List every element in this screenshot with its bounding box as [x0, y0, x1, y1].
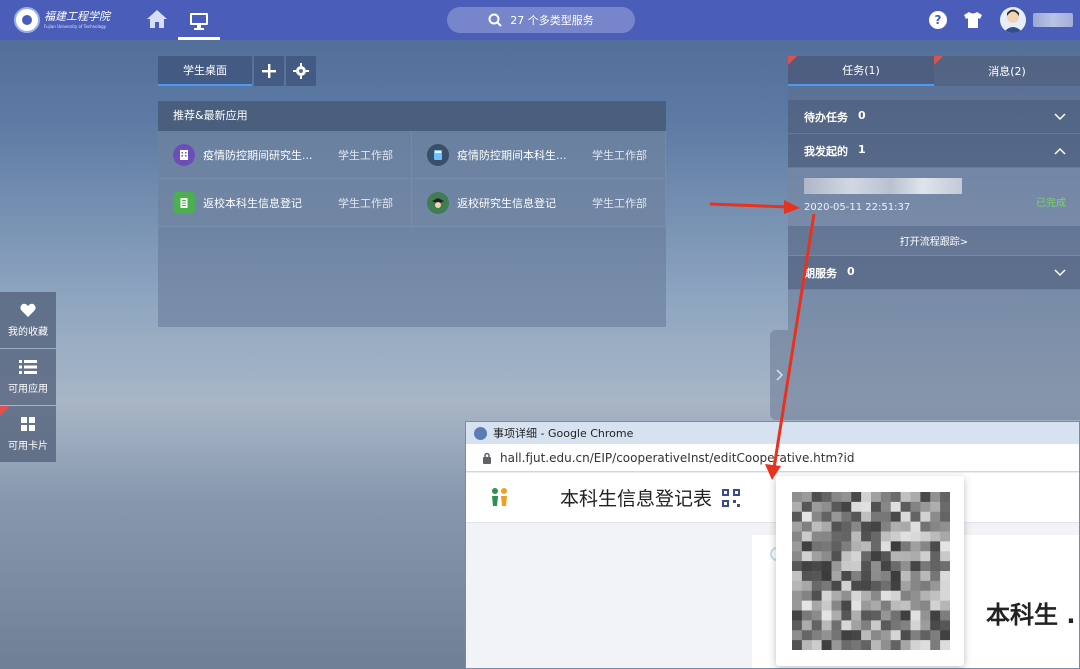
form-title: 本科生信息登记表	[560, 488, 713, 510]
chevron-down-icon	[1054, 268, 1066, 276]
app-item[interactable]: 返校研究生信息登记 学生工作部	[412, 179, 666, 227]
app-name: 疫情防控期间研究生...	[203, 148, 313, 162]
corner-marker	[934, 56, 943, 65]
qr-code-popover	[776, 476, 964, 666]
home-icon[interactable]	[146, 8, 168, 30]
heart-icon	[20, 303, 36, 317]
tab-student-desktop[interactable]: 学生桌面	[158, 56, 252, 86]
qr-code-icon[interactable]	[722, 488, 741, 507]
left-dock: 我的收藏 可用应用 可用卡片	[0, 292, 56, 463]
task-panel: 任务(1) 消息(2) 待办任务 0 我发起的 1 2020-05-11 22:51…	[788, 56, 1080, 420]
service-search-button[interactable]: 27 个多类型服务	[447, 7, 635, 33]
calculator-icon	[427, 143, 449, 166]
panel-title: 推荐&最新应用	[158, 101, 666, 131]
people-icon	[488, 486, 512, 510]
tab-label: 消息(2)	[988, 65, 1026, 78]
card-title: 本科生 .	[986, 601, 1076, 629]
logo-name-cn: 福建工程学院	[44, 10, 110, 23]
app-dept: 学生工作部	[338, 148, 393, 162]
app-name: 疫情防控期间本科生...	[457, 148, 567, 162]
task-status: 已完成	[1036, 198, 1066, 209]
section-count: 1	[858, 142, 866, 156]
plus-icon	[262, 64, 276, 78]
dock-label: 可用卡片	[8, 440, 48, 452]
app-item[interactable]: 返校本科生信息登记 学生工作部	[158, 179, 412, 227]
panel-collapse-handle[interactable]	[770, 330, 788, 420]
chevron-up-icon	[1054, 147, 1066, 155]
tab-tasks[interactable]: 任务(1)	[788, 56, 934, 86]
chrome-popup-window: 事项详细 - Google Chrome hall.fjut.edu.cn/EI…	[465, 421, 1080, 669]
app-dept: 学生工作部	[338, 196, 393, 210]
section-label: 期服务	[804, 266, 837, 280]
dock-label: 可用应用	[8, 383, 48, 395]
app-item[interactable]: 疫情防控期间本科生... 学生工作部	[412, 131, 666, 179]
url-text: hall.fjut.edu.cn/EIP/cooperativeInst/edi…	[500, 450, 855, 465]
desktop-nav-button[interactable]	[178, 4, 220, 40]
grid-icon	[21, 416, 35, 431]
section-label: 我发起的	[804, 144, 848, 158]
theme-shirt-icon[interactable]	[963, 11, 982, 29]
address-bar[interactable]: hall.fjut.edu.cn/EIP/cooperativeInst/edi…	[466, 444, 1079, 472]
tab-label: 任务(1)	[842, 64, 880, 77]
university-logo[interactable]: 福建工程学院 Fujian University of Technology	[14, 6, 126, 34]
lock-icon	[483, 452, 491, 464]
corner-marker	[788, 56, 797, 65]
chrome-app-icon	[474, 426, 487, 440]
recommended-apps-panel: 推荐&最新应用 疫情防控期间研究生... 学生工作部 疫情防控期间本科生... …	[158, 101, 666, 327]
form-header: 本科生信息登记表	[466, 473, 1079, 523]
initiated-task-item[interactable]: 2020-05-11 22:51:37 已完成	[788, 168, 1080, 226]
logo-name-en: Fujian University of Technology	[44, 24, 107, 29]
graduate-icon	[427, 191, 449, 214]
add-desktop-button[interactable]	[254, 56, 284, 86]
qr-code-image	[792, 492, 950, 650]
app-dept: 学生工作部	[592, 148, 647, 162]
list-icon	[19, 359, 37, 374]
section-count: 0	[847, 264, 855, 278]
chevron-right-icon	[775, 369, 783, 381]
tab-messages[interactable]: 消息(2)	[934, 56, 1080, 86]
dock-available-cards[interactable]: 可用卡片	[0, 406, 56, 462]
app-name: 返校本科生信息登记	[203, 196, 302, 210]
app-item[interactable]: 疫情防控期间研究生... 学生工作部	[158, 131, 412, 179]
page-content: 本科生信息登记表 本科生 .	[466, 473, 1079, 668]
document-icon	[173, 191, 195, 214]
open-flow-tracking-link[interactable]: 打开流程跟踪>	[788, 226, 1080, 256]
monitor-icon	[190, 12, 208, 30]
user-avatar[interactable]	[1000, 7, 1026, 33]
chrome-title-bar[interactable]: 事项详细 - Google Chrome	[466, 422, 1079, 444]
dock-available-apps[interactable]: 可用应用	[0, 349, 56, 405]
gear-icon	[293, 63, 309, 79]
desktop-settings-button[interactable]	[286, 56, 316, 86]
section-initiated[interactable]: 我发起的 1	[788, 134, 1080, 168]
task-time: 2020-05-11 22:51:37	[804, 202, 911, 213]
task-title-blurred	[804, 178, 962, 194]
desktop-tabs: 学生桌面	[158, 56, 316, 86]
section-periodic-services[interactable]: 期服务 0	[788, 256, 1080, 290]
section-count: 0	[858, 108, 866, 122]
section-label: 待办任务	[804, 110, 848, 124]
window-title: 事项详细 - Google Chrome	[493, 427, 634, 440]
search-icon	[488, 13, 502, 27]
section-todo-tasks[interactable]: 待办任务 0	[788, 100, 1080, 134]
chevron-down-icon	[1054, 112, 1066, 120]
help-icon[interactable]: ?	[929, 11, 947, 29]
dock-favorites[interactable]: 我的收藏	[0, 292, 56, 348]
app-dept: 学生工作部	[592, 196, 647, 210]
top-bar: 福建工程学院 Fujian University of Technology 2…	[0, 0, 1080, 40]
username-blurred[interactable]	[1033, 13, 1073, 27]
search-label: 27 个多类型服务	[510, 14, 594, 27]
university-seal-icon	[14, 7, 40, 33]
app-name: 返校研究生信息登记	[457, 196, 556, 210]
arrow-to-task	[709, 200, 800, 214]
building-icon	[173, 143, 195, 166]
corner-marker	[0, 406, 10, 416]
dock-label: 我的收藏	[8, 326, 48, 338]
